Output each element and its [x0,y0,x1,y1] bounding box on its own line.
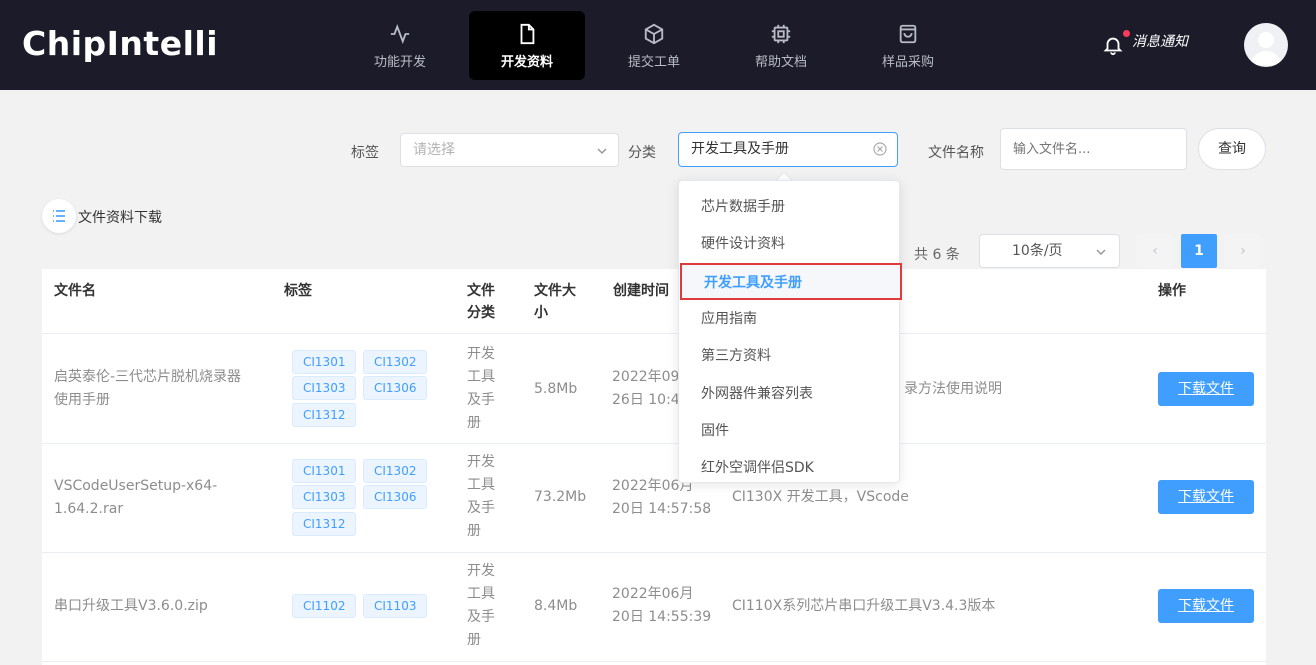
nav-help-docs[interactable]: 帮助文档 [723,11,839,80]
row-1-category: 开发 工具 及手册 [467,346,495,431]
top-header: ChipIntelli 功能开发 开发资料 提交工单 帮助文档 样品采购 消息通… [0,0,1316,90]
nav-label: 功能开发 [373,55,426,70]
tag-chip: CI1306 [363,485,428,509]
notification-label[interactable]: 消息通知 [1132,31,1188,51]
col-created: 创建时间 [613,283,669,299]
list-icon [53,210,65,222]
row-3-description: CI110X系列芯片串口升级工具V3.4.3版本 [732,598,996,614]
section-title: 文件资料下载 [78,210,162,226]
nav-label: 帮助文档 [754,55,807,70]
nav-label: 开发资料 [500,55,553,70]
activity-icon [390,24,410,44]
dropdown-option[interactable]: 硬件设计资料 [679,226,899,263]
row-1-filename: 启英泰伦-三代芯片脱机烧录器 使用手册 [54,369,242,408]
dropdown-option[interactable]: 第三方资料 [679,338,899,375]
next-page-button[interactable]: › [1225,234,1261,268]
col-tags: 标签 [284,283,312,299]
chipintelli-logo[interactable]: ChipIntelli [22,24,218,63]
tag-chip: CI1302 [363,459,428,483]
tag-chip: CI1312 [292,512,357,536]
tag-chip: CI1306 [363,376,428,400]
row-1-description: 录方法使用说明 [904,381,1002,397]
download-button[interactable]: 下载文件 [1158,480,1254,514]
dropdown-option-selected[interactable]: 开发工具及手册 [680,263,902,300]
row-3-created: 2022年06月 20日 14:55:39 [612,586,712,625]
row-divider [42,333,1266,334]
filename-input[interactable] [1000,128,1187,170]
row-divider [42,443,1266,444]
page-size-select[interactable]: 10条/页 [979,234,1120,268]
tag-select-placeholder: 请选择 [413,142,455,158]
tag-select[interactable]: 请选择 [400,133,619,167]
row-2-size: 73.2Mb [534,489,587,505]
nav-dev-materials[interactable]: 开发资料 [469,11,585,80]
category-filter-label: 分类 [628,145,656,161]
row-2-category: 开发 工具 及手册 [467,454,495,539]
nav-sample-purchase[interactable]: 样品采购 [850,11,966,80]
files-table: 文件名 标签 文件 分类 文件大小 创建时间 操作 启英泰伦-三代芯片脱机烧录器使… [42,269,1266,665]
tag-chip: CI1303 [292,485,357,509]
row-1-created: 2022年09 26日 10:4 [612,369,680,408]
tag-filter-label: 标签 [351,145,379,161]
tag-chip: CI1312 [292,403,357,427]
user-icon [1250,32,1282,65]
col-category: 文件 分类 [467,283,495,321]
chevron-down-icon [597,148,607,155]
page-size-value: 10条/页 [1012,243,1063,259]
tag-chip: CI1301 [292,459,357,483]
dropdown-option[interactable]: 应用指南 [679,301,899,338]
notification-dot [1123,30,1130,37]
row-2-description: CI130X 开发工具，VScode [732,489,909,505]
category-select-value: 开发工具及手册 [691,141,789,157]
row-1-size: 5.8Mb [534,381,578,397]
tag-chip: CI1301 [292,350,357,374]
nav-submit-ticket[interactable]: 提交工单 [596,11,712,80]
row-3-size: 8.4Mb [534,598,578,614]
dropdown-option[interactable]: 红外空调伴侣SDK [679,450,899,487]
col-size: 文件大小 [534,283,576,321]
row-3-category: 开发 工具 及手册 [467,563,495,648]
download-button[interactable]: 下载文件 [1158,372,1254,406]
tag-chip: CI1303 [292,376,357,400]
bell-icon[interactable] [1102,34,1124,56]
cube-icon [644,23,664,45]
download-button[interactable]: 下载文件 [1158,589,1254,623]
page-1-button[interactable]: 1 [1181,234,1217,268]
tag-chip: CI1103 [363,594,428,618]
nav-function-dev[interactable]: 功能开发 [342,11,458,80]
filename-filter-label: 文件名称 [928,145,984,161]
dropdown-option[interactable]: 芯片数据手册 [679,189,899,226]
row-3-filename: 串口升级工具V3.6.0.zip [54,598,208,614]
clear-icon[interactable] [873,142,887,156]
col-actions: 操作 [1158,283,1186,299]
row-2-filename: VSCodeUserSetup-x64- 1.64.2.rar [54,478,218,517]
row-divider [42,552,1266,553]
row-divider [42,661,1266,662]
dropdown-option[interactable]: 固件 [679,413,899,450]
dropdown-option[interactable]: 外网器件兼容列表 [679,376,899,413]
nav-label: 提交工单 [627,55,680,70]
total-count: 共 6 条 [914,247,960,263]
list-icon-wrapper [42,199,76,233]
category-dropdown: 芯片数据手册 硬件设计资料 开发工具及手册 应用指南 第三方资料 外网器件兼容列… [678,180,902,483]
chevron-down-icon [1096,249,1106,256]
tag-chip: CI1302 [363,350,428,374]
nav-label: 样品采购 [881,55,934,70]
query-button[interactable]: 查询 [1198,128,1266,170]
tag-chip: CI1102 [292,594,357,618]
category-select[interactable]: 开发工具及手册 [678,132,898,167]
col-filename: 文件名 [54,283,96,299]
prev-page-button[interactable]: ‹ [1137,234,1173,268]
document-icon [520,23,535,45]
shopping-bag-icon [899,24,917,44]
avatar[interactable] [1244,23,1288,67]
chip-icon [771,24,791,44]
